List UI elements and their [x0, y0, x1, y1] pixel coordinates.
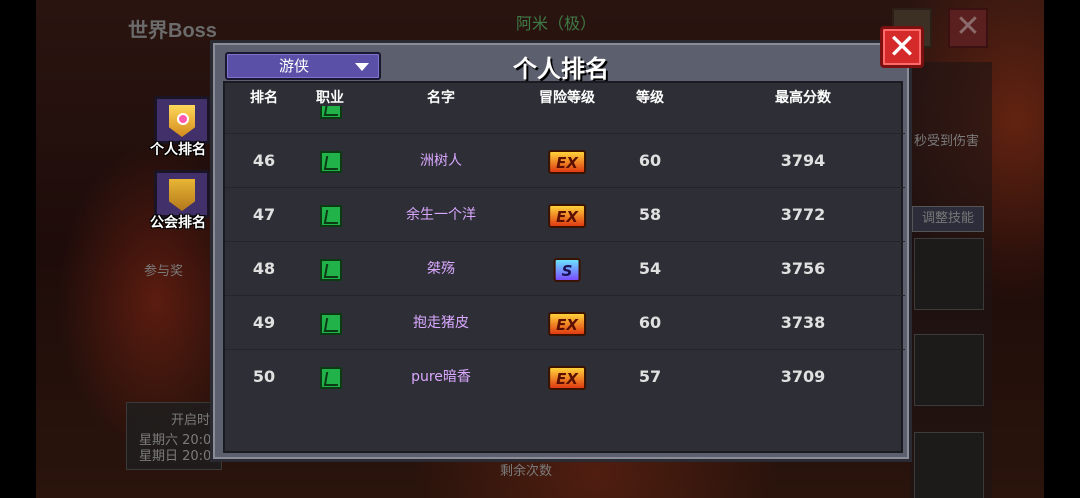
score-value: 3756 [780, 259, 826, 278]
col-adventure-level: 冒险等级 [539, 90, 595, 106]
adventure-rank-badge: S [553, 257, 581, 282]
player-name[interactable]: 余生一个洋 [406, 188, 476, 242]
shield-icon [169, 179, 195, 211]
adventure-rank-badge: EX [548, 203, 586, 228]
player-name[interactable]: 抱走猪皮 [413, 296, 469, 350]
rank-value: 47 [252, 205, 276, 224]
close-button[interactable]: ✕ [880, 26, 924, 68]
ranger-class-icon [320, 204, 342, 227]
adjust-skill-button[interactable]: 调整技能 [912, 206, 984, 232]
ranger-class-icon [320, 258, 342, 281]
table-row[interactable]: 49 抱走猪皮 EX 60 3738 [225, 296, 905, 350]
remaining-count: 剩余次数 [500, 464, 553, 479]
damage-text: 秒受到伤害 [914, 134, 980, 149]
table-row[interactable]: 47 余生一个洋 EX 58 3772 [225, 188, 905, 242]
chevron-down-icon [355, 63, 369, 71]
col-class: 职业 [316, 90, 344, 106]
adventure-rank-badge: EX [548, 311, 586, 336]
score-value: 3772 [780, 205, 826, 224]
tab-personal-ranking-label: 个人排名 [150, 142, 206, 158]
adventure-rank-badge: EX [548, 365, 586, 390]
col-name: 名字 [427, 90, 455, 106]
player-name[interactable]: 洲树人 [420, 134, 462, 188]
col-level: 等级 [636, 90, 664, 106]
level-value: 60 [638, 151, 662, 170]
table-row[interactable]: 46 洲树人 EX 60 3794 [225, 134, 905, 188]
open-time-label: 开启时 [171, 413, 211, 428]
score-value: 3738 [780, 313, 826, 332]
gem-icon [177, 113, 189, 125]
level-value: 58 [638, 205, 662, 224]
class-filter-value: 游侠 [279, 57, 310, 75]
rank-value: 50 [252, 367, 276, 386]
table-row[interactable]: 48 桀殇 S 54 3756 [225, 242, 905, 296]
score-value: 3709 [780, 367, 826, 386]
tab-guild-ranking-label: 公会排名 [150, 215, 206, 231]
level-value: 57 [638, 367, 662, 386]
background-close-button[interactable]: ✕ [948, 8, 988, 48]
class-filter-dropdown[interactable]: 游侠 [225, 52, 381, 80]
ranking-panel: 个人排名 游侠 排名 职业 名字 冒险等级 等级 最高分数 46 洲树人 EX … [210, 40, 912, 462]
join-reward-label: 参与奖 [144, 264, 184, 279]
tab-guild-ranking[interactable] [154, 170, 210, 218]
col-best-score: 最高分数 [775, 90, 831, 106]
level-value: 54 [638, 259, 662, 278]
skill-slot-3[interactable] [914, 432, 984, 498]
player-name[interactable]: 桀殇 [427, 242, 455, 296]
boss-name: 阿米（极） [516, 14, 597, 33]
rank-value: 48 [252, 259, 276, 278]
schedule-sun: 星期日 20:0 [139, 449, 212, 464]
world-boss-title: 世界Boss [128, 20, 217, 42]
rank-value: 49 [252, 313, 276, 332]
ranking-list[interactable]: 46 洲树人 EX 60 3794 47 余生一个洋 EX 58 3772 48… [225, 106, 905, 402]
player-name[interactable]: pure暗香 [411, 350, 471, 402]
tab-personal-ranking[interactable] [154, 96, 210, 144]
schedule-panel: 开启时 星期六 20:0 星期日 20:0 [126, 402, 222, 470]
ranger-class-icon [320, 312, 342, 335]
skill-slot-2[interactable] [914, 334, 984, 406]
table-row-partial [225, 106, 905, 134]
score-value: 3794 [780, 151, 826, 170]
level-value: 60 [638, 313, 662, 332]
ranger-class-icon [320, 150, 342, 173]
skill-slot-1[interactable] [914, 238, 984, 310]
ranger-class-icon [320, 366, 342, 389]
adventure-rank-badge: EX [548, 149, 586, 174]
table-row[interactable]: 50 pure暗香 EX 57 3709 [225, 350, 905, 402]
col-rank: 排名 [250, 90, 278, 106]
ranger-class-icon [320, 106, 342, 119]
rank-value: 46 [252, 151, 276, 170]
table-header: 排名 职业 名字 冒险等级 等级 最高分数 [225, 87, 905, 106]
